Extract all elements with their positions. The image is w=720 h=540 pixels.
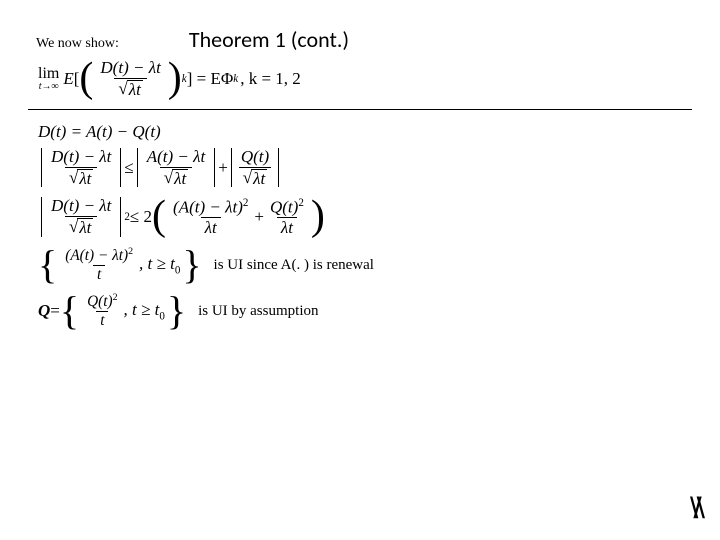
frac-r2: Q(t) λt (237, 148, 273, 188)
frac-D-rad: λt (127, 80, 143, 99)
eq3-r1den: λt (160, 167, 192, 188)
eq3-plus: + (218, 158, 228, 178)
eq5-sub0: 0 (175, 264, 181, 276)
note-A-renewal: is UI since A(. ) is renewal (214, 257, 374, 274)
big-paren-1: D(t) − λt λt (79, 59, 181, 99)
eq4-r2exp: 2 (298, 197, 304, 209)
equation-abs-ineq: D(t) − λt λt ≤ A(t) − λt λt + Q(t) λt (38, 148, 692, 188)
abs-r2: Q(t) λt (228, 148, 282, 188)
eq3-lnum: D(t) − λt (47, 148, 115, 167)
frac-left-4: D(t) − λt λt (47, 197, 115, 237)
abs-left-4: D(t) − λt λt (38, 197, 124, 237)
eq5-cond: , t ≥ t0 (139, 254, 180, 276)
frac-left-3: D(t) − λt λt (47, 148, 115, 188)
eq4-r2num: Q(t)2 (266, 198, 308, 218)
exp-k-right: k (233, 73, 238, 85)
frac-A: (A(t) − λt)2 t (61, 247, 137, 283)
eq5-num: (A(t) − λt)2 (61, 247, 137, 265)
limit-symbol: lim t→∞ (38, 66, 59, 92)
eq4-r2den: λt (277, 217, 297, 237)
eq5-den: t (93, 265, 105, 283)
phi: Φ (221, 69, 233, 89)
bigparen-4: (A(t) − λt)2 λt + Q(t)2 λt (152, 198, 325, 237)
frac-Q: Q(t)2 t (83, 293, 121, 329)
eq4-r1den: λt (201, 217, 221, 237)
frac-D: D(t) − λt λt (96, 59, 164, 99)
equation-limit: lim t→∞ E[ D(t) − λt λt k ] = EΦk , k = … (38, 59, 692, 99)
note-Q-assumption: is UI by assumption (198, 303, 318, 320)
eq4-le2: ≤ 2 (130, 207, 152, 227)
eq3-le: ≤ (124, 158, 133, 178)
eq6-num: Q(t)2 (83, 293, 121, 311)
eq4-r2inner: Q(t) (270, 197, 298, 216)
curly-A: (A(t) − λt)2 t , t ≥ t0 (38, 247, 202, 283)
eq4-lnum: D(t) − λt (47, 197, 115, 216)
eq6-den: t (96, 311, 108, 329)
eq6-exp: 2 (113, 292, 118, 303)
frac-D-den: λt (114, 78, 146, 99)
equals-EPhi: ] = E (187, 69, 221, 89)
header-row: We now show: Theorem 1 (cont.) (28, 26, 692, 53)
eq3-lrad: λt (77, 169, 93, 188)
k-values: , k = 1, 2 (240, 69, 301, 89)
curly-Q: Q(t)2 t , t ≥ t0 (60, 293, 186, 329)
eq5-inner: A(t) − λt (70, 247, 123, 264)
eq3-r2den: λt (239, 167, 271, 188)
eq4-r1num: (A(t) − λt)2 (169, 198, 252, 218)
lim-word: lim (38, 66, 59, 82)
eq3-r2rad: λt (251, 169, 267, 188)
eq2-text: D(t) = A(t) − Q(t) (38, 122, 161, 142)
eq5-cond-txt: , t ≥ t (139, 254, 175, 273)
eq6-sub0: 0 (159, 311, 165, 323)
equation-sq-ineq: D(t) − λt λt 2 ≤ 2 (A(t) − λt)2 λt + Q(t… (38, 197, 692, 237)
slide-title: Theorem 1 (cont.) (189, 26, 349, 53)
bold-Q: Q (38, 301, 50, 321)
eq3-r1num: A(t) − λt (143, 148, 210, 167)
eq6-cond: , t ≥ t0 (124, 300, 165, 322)
eq6-cond-txt: , t ≥ t (124, 300, 160, 319)
set-A: (A(t) − λt)2 t , t ≥ t0 (38, 247, 202, 283)
corner-logo: \/\ (690, 492, 700, 526)
row-A-renewal: (A(t) − λt)2 t , t ≥ t0 is UI since A(. … (38, 247, 692, 283)
expectation-E: E (63, 69, 73, 89)
eq4-lrad: λt (77, 218, 93, 237)
lim-under: t→∞ (39, 82, 59, 92)
abs-r1: A(t) − λt λt (134, 148, 219, 188)
frac-r1: A(t) − λt λt (143, 148, 210, 188)
row-Q-assumption: Q = Q(t)2 t , t ≥ t0 is UI by assumption (38, 293, 692, 329)
lead-in-text: We now show: (36, 36, 119, 52)
equation-D-def: D(t) = A(t) − Q(t) (38, 122, 692, 142)
eq4-lden: λt (65, 216, 97, 237)
eq4-r1exp: 2 (243, 197, 249, 209)
eq4-plus: + (254, 207, 264, 227)
set-Q: Q = Q(t)2 t , t ≥ t0 (38, 293, 186, 329)
eq6-inner: Q(t) (87, 293, 113, 310)
eq5-exp: 2 (128, 246, 133, 257)
divider (28, 109, 692, 110)
eq3-r2num: Q(t) (237, 148, 273, 167)
eq3-r1rad: λt (172, 169, 188, 188)
slide: We now show: Theorem 1 (cont.) lim t→∞ E… (0, 0, 720, 540)
frac-D-num: D(t) − λt (96, 59, 164, 78)
eq6-eqs: = (50, 301, 60, 321)
frac-4-r2: Q(t)2 λt (266, 198, 308, 237)
eq4-r1inner: A(t) − λt (179, 197, 238, 216)
eq3-lden: λt (65, 167, 97, 188)
frac-4-r1: (A(t) − λt)2 λt (169, 198, 252, 237)
abs-left: D(t) − λt λt (38, 148, 124, 188)
